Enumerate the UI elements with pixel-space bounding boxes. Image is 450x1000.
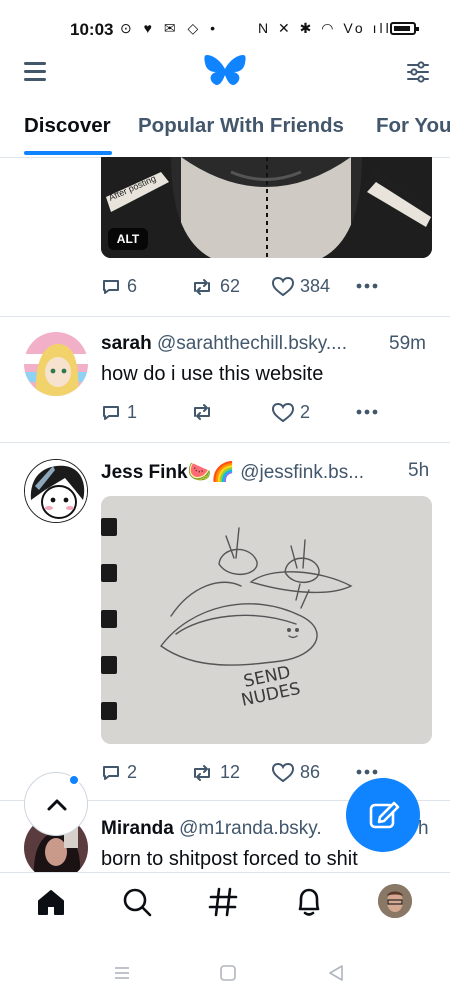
author-name[interactable]: Jess Fink🍉🌈 — [101, 462, 235, 483]
post-header: Miranda @m1randa.bsky. — [101, 818, 322, 840]
like-count: 384 — [300, 276, 331, 296]
new-posts-indicator — [68, 774, 80, 786]
avatar[interactable] — [24, 459, 88, 523]
profile-avatar[interactable] — [378, 884, 412, 918]
like-count: 2 — [300, 402, 311, 422]
tab-discover[interactable]: Discover — [24, 114, 111, 138]
alt-badge[interactable]: ALT — [108, 228, 148, 250]
hashtag-icon[interactable] — [206, 885, 240, 919]
tab-popular-with-friends[interactable]: Popular With Friends — [138, 114, 344, 138]
repost-count: 12 — [220, 762, 241, 782]
sliders-icon[interactable] — [406, 60, 430, 84]
reply-icon — [103, 279, 119, 294]
home-button-icon[interactable] — [220, 965, 236, 981]
reply-count: 1 — [127, 402, 138, 422]
tab-for-you[interactable]: For You — [376, 114, 450, 138]
reply-icon — [103, 405, 119, 420]
repost-icon — [194, 764, 210, 781]
more-options-button[interactable] — [356, 402, 378, 422]
reply-button[interactable]: 1 — [101, 402, 137, 423]
butterfly-icon[interactable] — [204, 54, 246, 90]
avatar[interactable] — [24, 332, 88, 396]
status-bar: 10:03 ⊙ ♥ ✉ ◇ • N ✕ ✱ ◠ Vo ıll — [0, 0, 450, 52]
reply-icon — [103, 765, 119, 780]
post-text: born to shitpost forced to shit — [101, 848, 358, 870]
notifications-bell-icon[interactable] — [292, 885, 326, 919]
repost-count: 62 — [220, 276, 241, 296]
repost-icon — [194, 278, 210, 295]
feed-tabs: Discover Popular With Friends For You — [0, 104, 450, 158]
compose-icon — [369, 801, 400, 829]
home-icon[interactable] — [34, 885, 68, 919]
heart-icon — [272, 402, 294, 422]
reply-button[interactable]: 2 — [101, 762, 137, 783]
compose-button[interactable] — [346, 778, 420, 852]
heart-icon — [272, 762, 294, 782]
divider — [0, 442, 450, 443]
ellipsis-icon — [356, 409, 378, 415]
repost-icon — [194, 404, 210, 420]
author-name[interactable]: Miranda — [101, 818, 174, 839]
repost-button[interactable] — [190, 402, 220, 422]
post-time: 59m — [389, 333, 426, 354]
active-tab-indicator — [24, 151, 112, 155]
repost-button[interactable]: 12 — [190, 762, 240, 783]
post-image[interactable]: After posting Before Posting — [101, 157, 432, 258]
post-header: sarah @sarahthechill.bsky.... — [101, 333, 347, 355]
back-icon[interactable] — [328, 965, 344, 981]
more-options-button[interactable] — [356, 276, 378, 296]
author-handle[interactable]: @sarahthechill.bsky.... — [157, 333, 347, 354]
battery-icon — [390, 22, 419, 35]
ellipsis-icon — [356, 283, 378, 289]
post-image[interactable]: SEND NUDES — [101, 496, 432, 744]
post-time: 5h — [408, 460, 430, 481]
status-time: 10:03 — [70, 20, 114, 39]
heart-icon — [272, 276, 294, 296]
like-button[interactable]: 86 — [272, 762, 320, 783]
author-name[interactable]: sarah — [101, 333, 152, 354]
post-header: Jess Fink🍉🌈 @jessfink.bs... — [101, 460, 364, 484]
divider — [0, 316, 450, 317]
notification-icons: ⊙ ♥ ✉ ◇ • — [120, 20, 219, 36]
author-handle[interactable]: @jessfink.bs... — [240, 462, 364, 483]
system-status-icons: N ✕ ✱ ◠ Vo ıll — [258, 20, 392, 36]
search-icon[interactable] — [120, 885, 154, 919]
like-button[interactable]: 2 — [272, 402, 310, 423]
reply-count: 6 — [127, 276, 138, 296]
post-text: how do i use this website — [101, 363, 324, 385]
reply-button[interactable]: 6 — [101, 276, 137, 297]
system-navigation-bar — [0, 940, 450, 1000]
reply-count: 2 — [127, 762, 138, 782]
recent-apps-icon[interactable] — [114, 966, 130, 980]
hamburger-icon[interactable] — [24, 62, 46, 82]
like-count: 86 — [300, 762, 321, 782]
author-handle[interactable]: @m1randa.bsky. — [179, 818, 322, 839]
like-button[interactable]: 384 — [272, 276, 330, 297]
repost-button[interactable]: 62 — [190, 276, 240, 297]
